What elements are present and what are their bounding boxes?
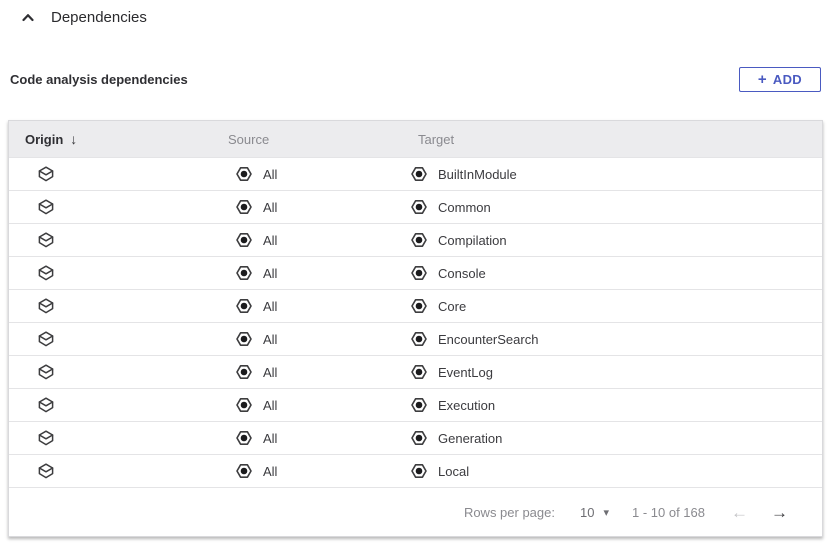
hexagon-dot-icon: [235, 297, 253, 315]
table-row[interactable]: All Common: [9, 190, 822, 223]
hexagon-dot-icon: [235, 429, 253, 447]
column-header-origin[interactable]: Origin ↓: [9, 131, 227, 147]
hexagon-dot-icon: [410, 330, 428, 348]
table-row[interactable]: All BuiltInModule: [9, 157, 822, 190]
hexagon-dot-icon: [410, 297, 428, 315]
caret-down-icon: ▾: [603, 506, 609, 519]
target-value: Core: [438, 299, 466, 314]
source-value: All: [263, 398, 277, 413]
section-header: Dependencies: [0, 0, 832, 26]
table-header-row: Origin ↓ Source Target: [9, 121, 822, 157]
pagination-bar: Rows per page: 10 ▾ 1 - 10 of 168 ← →: [9, 487, 822, 536]
column-header-source[interactable]: Source: [227, 132, 409, 147]
package-icon: [37, 429, 55, 447]
package-icon: [37, 363, 55, 381]
hexagon-dot-icon: [235, 396, 253, 414]
column-header-target[interactable]: Target: [409, 132, 822, 147]
add-button-label: ADD: [773, 72, 802, 87]
column-label-source: Source: [228, 132, 269, 147]
target-value: Execution: [438, 398, 495, 413]
dependencies-panel: Dependencies Code analysis dependencies …: [0, 0, 832, 546]
hexagon-dot-icon: [410, 165, 428, 183]
table-subtitle: Code analysis dependencies: [10, 72, 188, 87]
package-icon: [37, 297, 55, 315]
rows-per-page-select[interactable]: 10 ▾: [580, 505, 609, 520]
source-value: All: [263, 464, 277, 479]
target-value: EncounterSearch: [438, 332, 538, 347]
hexagon-dot-icon: [410, 462, 428, 480]
source-value: All: [263, 332, 277, 347]
package-icon: [37, 396, 55, 414]
hexagon-dot-icon: [410, 396, 428, 414]
target-value: Compilation: [438, 233, 507, 248]
package-icon: [37, 330, 55, 348]
table-row[interactable]: All Execution: [9, 388, 822, 421]
dependencies-table: Origin ↓ Source Target: [8, 120, 823, 537]
package-icon: [37, 165, 55, 183]
hexagon-dot-icon: [410, 363, 428, 381]
rows-per-page-value: 10: [580, 505, 594, 520]
hexagon-dot-icon: [235, 165, 253, 183]
table-row[interactable]: All Console: [9, 256, 822, 289]
source-value: All: [263, 299, 277, 314]
table-body: All BuiltInModule: [9, 157, 822, 487]
hexagon-dot-icon: [235, 264, 253, 282]
table-row[interactable]: All Local: [9, 454, 822, 487]
package-icon: [37, 462, 55, 480]
target-value: BuiltInModule: [438, 167, 517, 182]
package-icon: [37, 231, 55, 249]
target-value: Generation: [438, 431, 502, 446]
source-value: All: [263, 167, 277, 182]
plus-icon: +: [758, 72, 767, 87]
column-label-origin: Origin: [25, 132, 63, 147]
source-value: All: [263, 266, 277, 281]
hexagon-dot-icon: [410, 264, 428, 282]
page-range: 1 - 10 of 168: [632, 505, 705, 520]
table-row[interactable]: All Core: [9, 289, 822, 322]
hexagon-dot-icon: [235, 462, 253, 480]
hexagon-dot-icon: [410, 198, 428, 216]
section-title: Dependencies: [51, 9, 147, 26]
hexagon-dot-icon: [235, 330, 253, 348]
target-value: Local: [438, 464, 469, 479]
package-icon: [37, 264, 55, 282]
sort-descending-icon: ↓: [70, 131, 77, 147]
chevron-up-icon[interactable]: [22, 13, 34, 22]
table-row[interactable]: All EncounterSearch: [9, 322, 822, 355]
hexagon-dot-icon: [410, 231, 428, 249]
hexagon-dot-icon: [235, 363, 253, 381]
table-row[interactable]: All Compilation: [9, 223, 822, 256]
hexagon-dot-icon: [235, 198, 253, 216]
hexagon-dot-icon: [235, 231, 253, 249]
package-icon: [37, 198, 55, 216]
target-value: EventLog: [438, 365, 493, 380]
source-value: All: [263, 431, 277, 446]
source-value: All: [263, 200, 277, 215]
next-page-icon[interactable]: →: [771, 504, 788, 521]
add-button[interactable]: + ADD: [739, 67, 821, 92]
source-value: All: [263, 365, 277, 380]
hexagon-dot-icon: [410, 429, 428, 447]
target-value: Console: [438, 266, 486, 281]
previous-page-icon[interactable]: ←: [731, 504, 748, 521]
rows-per-page-label: Rows per page:: [464, 505, 555, 520]
column-label-target: Target: [418, 132, 454, 147]
table-row[interactable]: All EventLog: [9, 355, 822, 388]
table-row[interactable]: All Generation: [9, 421, 822, 454]
target-value: Common: [438, 200, 491, 215]
toolbar: Code analysis dependencies + ADD: [0, 66, 832, 92]
source-value: All: [263, 233, 277, 248]
